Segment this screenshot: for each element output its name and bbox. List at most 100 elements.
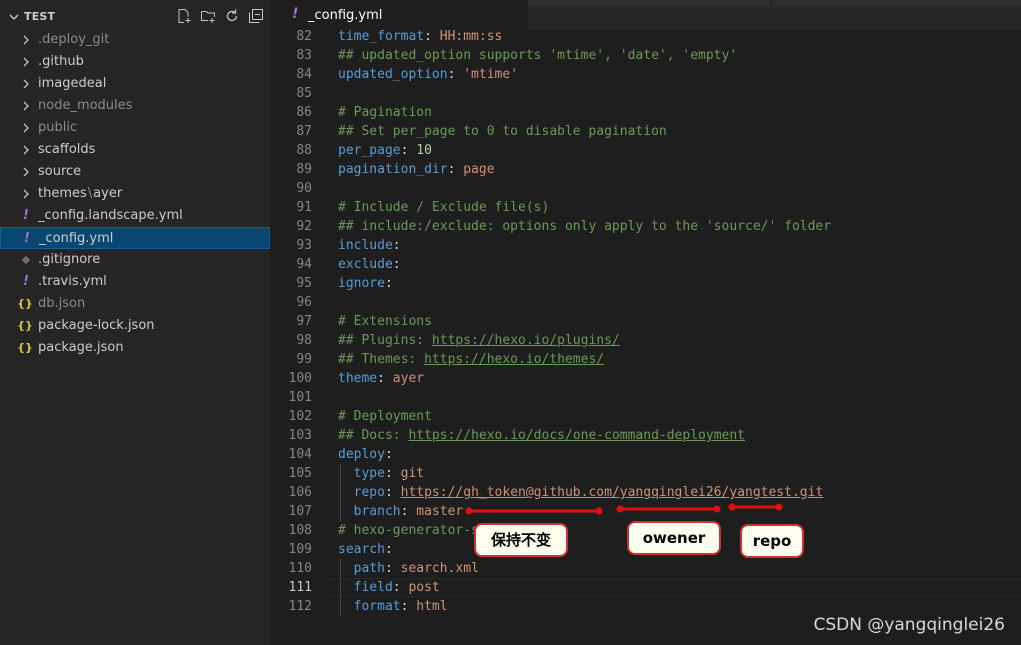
code-line[interactable]: 98 ## Plugins: https://hexo.io/plugins/ <box>270 331 1021 350</box>
code-line[interactable]: 96 <box>270 293 1021 312</box>
tree-item[interactable]: public <box>0 117 270 139</box>
line-number: 99 <box>296 352 312 367</box>
explorer-sidebar: TEST .deploy_git .github imagedeal node_mod… <box>0 0 270 645</box>
tree-item[interactable]: ! .travis.yml <box>0 271 270 293</box>
code-token: repo <box>353 485 385 500</box>
tree-item[interactable]: ! _config.yml <box>0 227 270 249</box>
json-file-icon: {} <box>17 319 33 332</box>
line-number: 84 <box>296 67 312 82</box>
code-line[interactable]: 109 search: <box>270 540 1021 559</box>
tree-item[interactable]: .gitignore <box>0 249 270 271</box>
line-number: 107 <box>288 504 312 519</box>
tab-bar: ! _config.yml <box>270 0 1021 30</box>
tree-item-label: source <box>38 164 82 179</box>
code-token: ## updated_option supports 'mtime', 'dat… <box>338 48 738 63</box>
tree-item[interactable]: themes\ayer <box>0 183 270 205</box>
code-line[interactable]: 97 # Extensions <box>270 312 1021 331</box>
line-content: ## include:/exclude: options only apply … <box>338 217 831 236</box>
tree-item-label: node_modules <box>38 98 133 113</box>
line-content: ignore: <box>338 274 393 293</box>
code-token: branch <box>353 504 401 519</box>
line-content: exclude: <box>338 255 401 274</box>
code-line[interactable]: 94 exclude: <box>270 255 1021 274</box>
code-token: format <box>353 599 401 614</box>
chevron-down-icon[interactable] <box>7 9 21 23</box>
tree-item[interactable]: ! _config.landscape.yml <box>0 205 270 227</box>
code-token: : <box>384 276 393 291</box>
chevron-right-icon <box>18 73 34 95</box>
code-token: HH:mm:ss <box>439 29 503 44</box>
code-line[interactable]: 90 <box>270 179 1021 198</box>
tree-item-label: package-lock.json <box>38 318 155 333</box>
tab-config-yml[interactable]: ! _config.yml <box>270 0 529 30</box>
line-number: 91 <box>296 200 312 215</box>
line-content: format: html <box>338 597 448 616</box>
line-number: 100 <box>288 371 312 386</box>
refresh-icon[interactable] <box>224 8 240 24</box>
path-separator: \ <box>87 186 93 201</box>
tree-item[interactable]: {} db.json <box>0 293 270 315</box>
code-token: : <box>400 143 417 158</box>
code-line[interactable]: 82 time_format: HH:mm:ss <box>270 27 1021 46</box>
tree-item[interactable]: source <box>0 161 270 183</box>
code-token: page <box>463 162 495 177</box>
tree-item-label: public <box>38 120 78 135</box>
code-line[interactable]: 84 updated_option: 'mtime' <box>270 65 1021 84</box>
tree-item[interactable]: .github <box>0 51 270 73</box>
code-line[interactable]: 111 field: post <box>270 578 1021 597</box>
line-content: repo: https://gh_token@github.com/yangqi… <box>338 483 824 502</box>
line-number: 87 <box>296 124 312 139</box>
line-number: 109 <box>288 542 312 557</box>
tree-item-label: _config.landscape.yml <box>38 208 183 223</box>
tree-item[interactable]: {} package.json <box>0 337 270 359</box>
line-number: 95 <box>296 276 312 291</box>
indent-guide <box>340 464 341 521</box>
code-line[interactable]: 86 # Pagination <box>270 103 1021 122</box>
explorer-root-header[interactable]: TEST <box>0 7 270 27</box>
code-line[interactable]: 87 ## Set per_page to 0 to disable pagina… <box>270 122 1021 141</box>
code-line[interactable]: 112 format: html <box>270 597 1021 616</box>
new-folder-icon[interactable] <box>200 8 216 24</box>
code-token: post <box>408 580 440 595</box>
code-line[interactable]: 105 type: git <box>270 464 1021 483</box>
code-line[interactable]: 104 deploy: <box>270 445 1021 464</box>
code-line[interactable]: 88 per_page: 10 <box>270 141 1021 160</box>
code-token: : <box>384 447 393 462</box>
inactive-tab-strip-2[interactable] <box>772 0 1021 7</box>
line-content: path: search.xml <box>338 559 479 578</box>
code-line[interactable]: 101 <box>270 388 1021 407</box>
code-line[interactable]: 89 pagination_dir: page <box>270 160 1021 179</box>
tree-item-label: .travis.yml <box>38 274 107 289</box>
code-token: ## Plugins: <box>338 333 432 348</box>
inactive-tab-strip[interactable] <box>528 0 770 7</box>
tree-item[interactable]: imagedeal <box>0 73 270 95</box>
line-number: 85 <box>296 86 312 101</box>
tree-item[interactable]: node_modules <box>0 95 270 117</box>
line-content: theme: ayer <box>338 369 424 388</box>
tree-item[interactable]: scaffolds <box>0 139 270 161</box>
collapse-all-icon[interactable] <box>248 8 264 24</box>
code-token: # Extensions <box>338 314 432 329</box>
code-line[interactable]: 108 # hexo-generator-s <box>270 521 1021 540</box>
line-number: 105 <box>288 466 312 481</box>
code-line[interactable]: 93 include: <box>270 236 1021 255</box>
code-line[interactable]: 85 <box>270 84 1021 103</box>
code-token: https://hexo.io/plugins/ <box>431 333 620 348</box>
code-line[interactable]: 91 # Include / Exclude file(s) <box>270 198 1021 217</box>
chevron-right-icon <box>18 51 34 73</box>
code-line[interactable]: 107 branch: master <box>270 502 1021 521</box>
code-line[interactable]: 99 ## Themes: https://hexo.io/themes/ <box>270 350 1021 369</box>
code-line[interactable]: 102 # Deployment <box>270 407 1021 426</box>
tree-item[interactable]: {} package-lock.json <box>0 315 270 337</box>
code-line[interactable]: 83 ## updated_option supports 'mtime', 'd… <box>270 46 1021 65</box>
tree-item[interactable]: .deploy_git <box>0 29 270 51</box>
code-line[interactable]: 110 path: search.xml <box>270 559 1021 578</box>
code-line[interactable]: 100 theme: ayer <box>270 369 1021 388</box>
code-token: : <box>392 238 401 253</box>
code-line[interactable]: 95 ignore: <box>270 274 1021 293</box>
code-line[interactable]: 106 repo: https://gh_token@github.com/ya… <box>270 483 1021 502</box>
code-line[interactable]: 103 ## Docs: https://hexo.io/docs/one-com… <box>270 426 1021 445</box>
code-line[interactable]: 92 ## include:/exclude: options only appl… <box>270 217 1021 236</box>
line-content: time_format: HH:mm:ss <box>338 27 502 46</box>
new-file-icon[interactable] <box>176 8 192 24</box>
